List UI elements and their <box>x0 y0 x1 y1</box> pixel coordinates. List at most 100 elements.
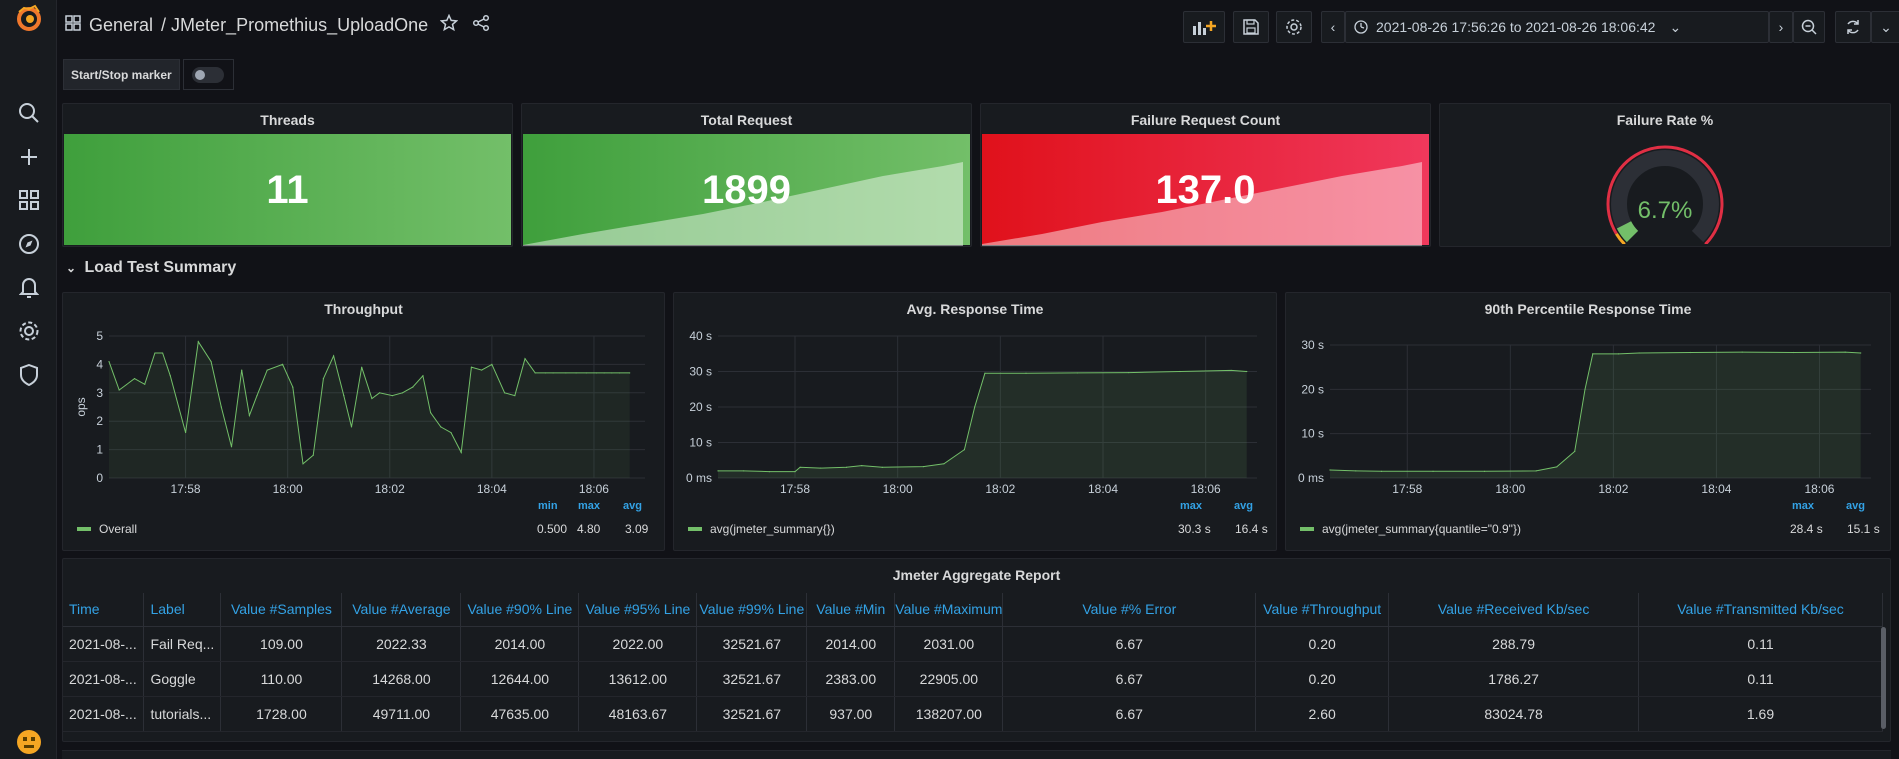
table-cell: 6.67 <box>1002 696 1257 732</box>
data-point <box>984 372 986 374</box>
create-plus-icon[interactable] <box>6 140 51 174</box>
refresh-button[interactable] <box>1835 11 1871 43</box>
legend-header-max[interactable]: max <box>1180 500 1202 512</box>
total-request-stat-panel[interactable]: Total Request 1899 <box>521 103 972 247</box>
data-point <box>1432 470 1434 472</box>
save-dashboard-button[interactable] <box>1233 11 1269 43</box>
data-point <box>544 372 547 374</box>
data-point <box>422 375 424 377</box>
refresh-interval-dropdown[interactable]: ⌄ <box>1871 11 1899 43</box>
table-column-header[interactable]: Value #% Error <box>1002 593 1257 627</box>
panel-title: Failure Request Count <box>1130 112 1281 128</box>
panel-title: Total Request <box>700 112 793 128</box>
table-column-header[interactable]: Value #90% Line <box>460 593 580 627</box>
x-tick-label: 18:04 <box>477 482 507 493</box>
load-test-summary-row[interactable]: ⌄ Load Test Summary <box>66 259 236 277</box>
avg-response-time-panel[interactable]: Avg. Response Time 0 ms 10 s 20 s 30 s 40 s1… <box>673 292 1277 551</box>
legend-header-avg[interactable]: avg <box>1846 500 1865 512</box>
x-tick-label: 18:06 <box>579 482 609 493</box>
table-column-header[interactable]: Time <box>63 593 145 627</box>
star-icon[interactable] <box>439 13 459 37</box>
failure-request-count-stat-panel[interactable]: Failure Request Count 137.0 <box>980 103 1431 247</box>
data-point <box>481 369 483 371</box>
share-icon[interactable] <box>472 14 490 37</box>
table-column-header[interactable]: Value #Samples <box>220 593 343 627</box>
throughput-panel[interactable]: Throughput 0 1 2 3 4 5 17:58 18:00 18:02 18:04 18:… <box>62 292 665 551</box>
data-point <box>618 372 621 374</box>
table-column-header[interactable]: Value #95% Line <box>578 593 698 627</box>
configuration-gear-icon[interactable] <box>6 314 51 348</box>
table-cell: 2014.00 <box>806 626 896 662</box>
data-point <box>1128 371 1130 374</box>
server-admin-shield-icon[interactable] <box>6 358 51 392</box>
table-column-header[interactable]: Value #Average <box>341 593 462 627</box>
table-row[interactable]: 2021-08-... Fail Req... 109.00 2022.33 2014.… <box>63 626 1883 662</box>
series-area <box>718 370 1247 478</box>
time-range-label: 2021-08-26 17:56:26 to 2021-08-26 18:06:… <box>1376 19 1656 35</box>
table-cell: 2021-08-... <box>63 661 145 697</box>
legend-header-max[interactable]: max <box>1792 500 1814 512</box>
marker-toggle[interactable] <box>182 59 234 90</box>
zoom-out-button[interactable] <box>1793 11 1825 43</box>
table-column-header[interactable]: Value #Throughput <box>1255 593 1390 627</box>
dashboards-grid-icon[interactable] <box>6 183 51 217</box>
legend-header-max[interactable]: max <box>578 500 600 512</box>
data-point <box>281 363 284 365</box>
p90-response-time-panel[interactable]: 90th Percentile Response Time 0 ms 10 s 20… <box>1285 292 1891 551</box>
toggle-switch[interactable] <box>192 66 225 83</box>
table-column-header[interactable]: Value #Received Kb/sec <box>1388 593 1640 627</box>
data-point <box>974 406 976 408</box>
data-point <box>371 397 373 400</box>
table-cell: 12644.00 <box>460 661 580 697</box>
legend-header-avg[interactable]: avg <box>1234 500 1253 512</box>
table-column-header[interactable]: Value #Min <box>806 593 896 627</box>
table-column-header[interactable]: Value #99% Line <box>696 593 808 627</box>
gauge-value: 6.7% <box>1637 197 1693 224</box>
data-point <box>1617 353 1620 355</box>
data-point <box>312 454 314 456</box>
grafana-logo-icon[interactable] <box>6 2 51 36</box>
avg-response-time-graph: 0 ms 10 s 20 s 30 s 40 s 17:58 18:00 18:02 18:04… <box>686 329 1257 493</box>
table-row[interactable]: 2021-08-... tutorials... 1728.00 49711.00 47… <box>63 696 1883 732</box>
legend-max-value: 30.3 s <box>1178 522 1211 536</box>
table-row[interactable]: 2021-08-... Goggle 110.00 14268.00 12644.00 1… <box>63 661 1883 697</box>
failure-rate-gauge-panel[interactable]: Failure Rate % 6.7% <box>1439 103 1891 247</box>
legend-series[interactable]: avg(jmeter_summary{quantile="0.9"}) <box>1300 522 1521 536</box>
add-panel-icon <box>1193 21 1216 35</box>
table-column-header[interactable]: Value #Maximum <box>894 593 1004 627</box>
aggregate-report-panel[interactable]: Jmeter Aggregate Report Time Label Value #… <box>62 558 1891 742</box>
table-cell: tutorials... <box>143 696 222 732</box>
data-point <box>794 471 796 473</box>
time-shift-back-button[interactable]: ‹ <box>1321 11 1345 43</box>
data-point <box>1860 352 1862 354</box>
table-column-header[interactable]: Value #Transmitted Kb/sec <box>1638 593 1883 627</box>
data-point <box>552 372 554 374</box>
breadcrumb-dashboard[interactable]: / JMeter_Promethius_UploadOne <box>161 15 428 36</box>
chevron-down-icon: ⌄ <box>1880 18 1892 35</box>
legend-series[interactable]: avg(jmeter_summary{}) <box>688 522 835 536</box>
time-shift-forward-button[interactable]: › <box>1769 11 1793 43</box>
breadcrumb-folder[interactable]: General <box>89 15 153 36</box>
table-scrollbar[interactable] <box>1881 627 1886 729</box>
legend-header-avg[interactable]: avg <box>623 500 642 512</box>
data-point <box>1230 369 1232 372</box>
data-point <box>302 463 304 465</box>
threads-stat-panel[interactable]: Threads 11 <box>62 103 513 247</box>
search-icon[interactable] <box>6 96 51 130</box>
gauge-fill <box>1616 220 1639 243</box>
legend-series[interactable]: Overall <box>77 522 137 536</box>
explore-compass-icon[interactable] <box>6 227 51 261</box>
table-column-header[interactable]: Label <box>143 593 222 627</box>
data-point <box>343 395 345 397</box>
user-avatar[interactable] <box>6 725 51 759</box>
time-range-picker[interactable]: 2021-08-26 17:56:26 to 2021-08-26 18:06:… <box>1345 11 1769 43</box>
dashboard-settings-button[interactable] <box>1276 11 1312 43</box>
data-point <box>717 470 719 472</box>
add-panel-button[interactable] <box>1183 11 1225 43</box>
legend-header-min[interactable]: min <box>538 500 558 512</box>
x-tick-label: 18:02 <box>985 482 1015 493</box>
data-point <box>629 372 631 374</box>
clock-icon <box>1354 20 1368 34</box>
data-point <box>230 446 233 448</box>
alerting-bell-icon[interactable] <box>6 270 51 304</box>
